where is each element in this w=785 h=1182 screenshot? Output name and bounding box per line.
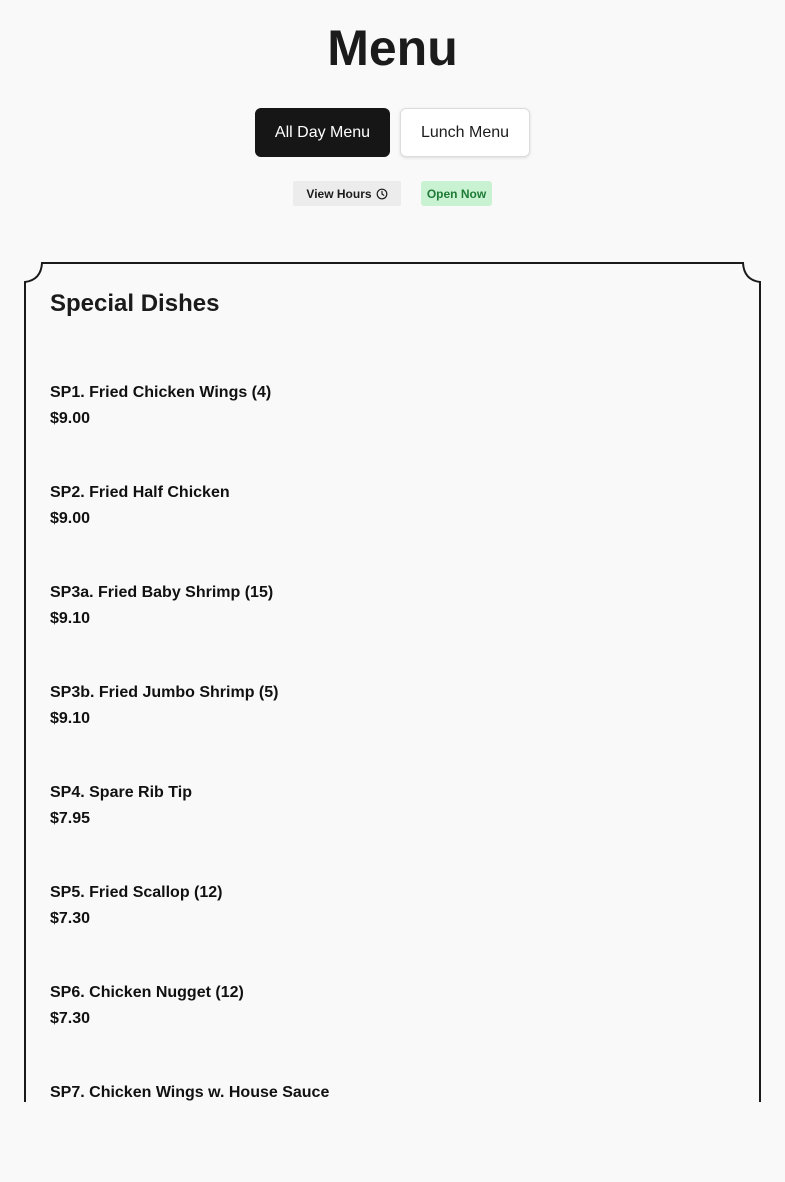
item-name: SP7. Chicken Wings w. House Sauce <box>50 1084 330 1101</box>
item-price: $9.10 <box>50 610 91 627</box>
item-price: $9.10 <box>50 710 91 727</box>
item-name: SP3b. Fried Jumbo Shrimp (5) <box>50 684 279 701</box>
item-name: SP4. Spare Rib Tip <box>50 784 192 801</box>
item-price: $7.95 <box>50 810 91 827</box>
item-price: $9.00 <box>50 510 91 527</box>
view-hours-label: View Hours <box>306 186 372 201</box>
menu-item[interactable]: SP5. Fried Scallop (12) $7.30 <box>50 882 730 982</box>
menu-item[interactable]: SP4. Spare Rib Tip $7.95 <box>50 782 730 882</box>
item-name: SP3a. Fried Baby Shrimp (15) <box>50 584 274 601</box>
menu-section-panel: Special Dishes SP1. Fried Chicken Wings … <box>24 262 761 1102</box>
item-name: SP6. Chicken Nugget (12) <box>50 984 244 1001</box>
page-title: Menu <box>327 20 458 76</box>
item-price: $9.00 <box>50 410 91 427</box>
tab-all-day-menu[interactable]: All Day Menu <box>255 108 390 157</box>
menu-item[interactable]: SP3b. Fried Jumbo Shrimp (5) $9.10 <box>50 682 730 782</box>
menu-items-list: SP1. Fried Chicken Wings (4) $9.00 SP2. … <box>50 382 730 1182</box>
section-title: Special Dishes <box>50 290 220 317</box>
menu-item[interactable]: SP1. Fried Chicken Wings (4) $9.00 <box>50 382 730 482</box>
menu-tabs: All Day Menu Lunch Menu <box>0 108 785 157</box>
view-hours-button[interactable]: View Hours <box>293 181 401 206</box>
menu-item[interactable]: SP2. Fried Half Chicken $9.00 <box>50 482 730 582</box>
item-price: $7.30 <box>50 1010 91 1027</box>
menu-item[interactable]: SP6. Chicken Nugget (12) $7.30 <box>50 982 730 1082</box>
tab-lunch-menu[interactable]: Lunch Menu <box>400 108 530 157</box>
item-name: SP2. Fried Half Chicken <box>50 484 230 501</box>
clock-icon <box>376 188 387 199</box>
open-status-badge: Open Now <box>421 181 492 206</box>
item-price: $7.30 <box>50 910 91 927</box>
hours-row: View Hours Open Now <box>0 181 785 206</box>
menu-item[interactable]: SP3a. Fried Baby Shrimp (15) $9.10 <box>50 582 730 682</box>
menu-item[interactable]: SP7. Chicken Wings w. House Sauce <box>50 1082 730 1182</box>
item-name: SP1. Fried Chicken Wings (4) <box>50 384 272 401</box>
item-name: SP5. Fried Scallop (12) <box>50 884 223 901</box>
